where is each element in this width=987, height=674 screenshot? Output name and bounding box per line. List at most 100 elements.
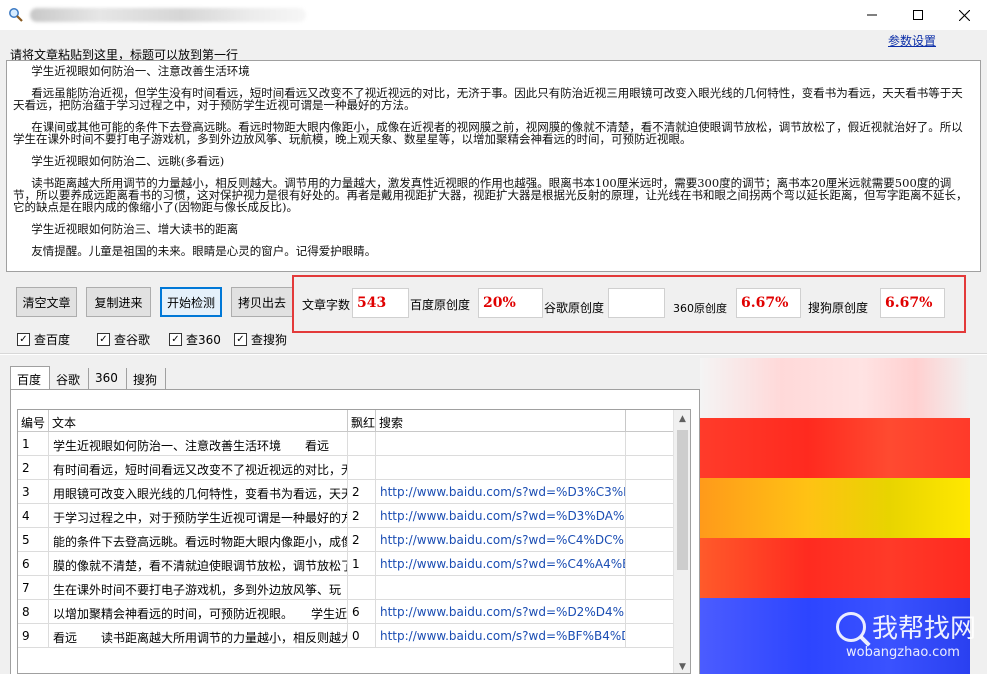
- cell-empty: [626, 456, 674, 480]
- checkbox-checked-icon: ✓: [169, 333, 182, 346]
- cell-number: 7: [18, 576, 49, 600]
- cell-empty: [626, 552, 674, 576]
- magnifier-icon: [836, 611, 866, 642]
- article-paragraph: 学生近视眼如何防治二、远眺(多看远): [13, 154, 225, 168]
- check-sogou[interactable]: ✓ 查搜狗: [234, 331, 287, 348]
- tab-sogou[interactable]: 搜狗: [127, 368, 166, 390]
- cell-red-count: [348, 576, 376, 600]
- scroll-down-icon[interactable]: ▼: [674, 658, 690, 673]
- check-google[interactable]: ✓ 查谷歌: [97, 331, 150, 348]
- cell-red-count: 2: [348, 504, 376, 528]
- grid-rows: 1 学生近视眼如何防治一、注意改善生活环境 看远 2 有时间看远，短时间看远又改变不…: [18, 432, 674, 648]
- cell-text: 膜的像就不清楚，看不清就迫使眼调节放松，调节放松了: [49, 552, 348, 576]
- article-paragraph: 学生近视眼如何防治三、增大读书的距离: [13, 222, 239, 236]
- s360-originality-field[interactable]: 6.67%: [736, 288, 801, 318]
- cell-number: 6: [18, 552, 49, 576]
- cell-search-url[interactable]: http://www.baidu.com/s?wd=%BF%B4%D: [376, 624, 626, 648]
- article-paragraph: 看远虽能防治近视，但学生没有时间看远，短时间看远又改变不了视近视远的对比，无济于…: [13, 86, 963, 112]
- watermark-en: wobangzhao.com: [846, 645, 960, 660]
- maximize-icon: [913, 10, 923, 20]
- sogou-originality-field[interactable]: 6.67%: [880, 288, 945, 318]
- scroll-up-icon[interactable]: ▲: [674, 410, 690, 427]
- minimize-button[interactable]: [849, 0, 895, 30]
- cell-search-url[interactable]: http://www.baidu.com/s?wd=%C4%A4%B: [376, 552, 626, 576]
- check-baidu[interactable]: ✓ 查百度: [17, 331, 70, 348]
- table-row[interactable]: 5 能的条件下去登高远眺。看远时物距大眼内像距小，成像 2 http://www.ba…: [18, 528, 674, 552]
- cell-number: 8: [18, 600, 49, 624]
- table-row[interactable]: 8 以增加聚精会神看远的时间，可预防近视眼。 学生近 6 http://www.bai…: [18, 600, 674, 624]
- header-search[interactable]: 搜索: [376, 410, 626, 432]
- params-settings-link[interactable]: 参数设置: [888, 32, 936, 49]
- cell-empty: [626, 504, 674, 528]
- cell-text: 学生近视眼如何防治一、注意改善生活环境 看远: [49, 432, 348, 456]
- cell-text: 用眼镜可改变入眼光线的几何特性，变看书为看远，天天: [49, 480, 348, 504]
- cell-number: 9: [18, 624, 49, 648]
- word-count-field[interactable]: 543: [352, 288, 409, 318]
- cell-search-url[interactable]: [376, 456, 626, 480]
- cell-text: 于学习过程之中，对于预防学生近视可谓是一种最好的方: [49, 504, 348, 528]
- cell-red-count: 1: [348, 552, 376, 576]
- copy-out-button[interactable]: 拷贝出去: [231, 287, 293, 317]
- close-button[interactable]: [941, 0, 987, 30]
- grid-vertical-scrollbar[interactable]: ▲ ▼: [673, 410, 690, 673]
- scroll-thumb[interactable]: [677, 430, 688, 570]
- cell-text: 生在课外时间不要打电子游戏机，多到外边放风筝、玩: [49, 576, 348, 600]
- cell-number: 1: [18, 432, 49, 456]
- check-sogou-label: 查搜狗: [251, 333, 288, 347]
- table-row[interactable]: 6 膜的像就不清楚，看不清就迫使眼调节放松，调节放松了 1 http://www.ba…: [18, 552, 674, 576]
- title-bar: [0, 0, 987, 30]
- cell-red-count: 2: [348, 528, 376, 552]
- window-title-blurred: [30, 8, 306, 22]
- tab-baidu[interactable]: 百度: [10, 366, 51, 390]
- cell-search-url[interactable]: http://www.baidu.com/s?wd=%D2%D4%D: [376, 600, 626, 624]
- engine-tabs: 百度 谷歌 360 搜狗: [10, 366, 166, 390]
- table-row[interactable]: 9 看远 读书距离越大所用调节的力量越小，相反则越大 0 http://www.bai…: [18, 624, 674, 648]
- cell-empty: [626, 480, 674, 504]
- clear-article-button[interactable]: 清空文章: [16, 287, 77, 317]
- table-row[interactable]: 1 学生近视眼如何防治一、注意改善生活环境 看远: [18, 432, 674, 456]
- cell-empty: [626, 600, 674, 624]
- check-baidu-label: 查百度: [34, 333, 71, 347]
- baidu-originality-field[interactable]: 20%: [478, 288, 543, 318]
- cell-search-url[interactable]: [376, 432, 626, 456]
- maximize-button[interactable]: [895, 0, 941, 30]
- checkbox-checked-icon: ✓: [234, 333, 247, 346]
- table-row[interactable]: 4 于学习过程之中，对于预防学生近视可谓是一种最好的方 2 http://www.ba…: [18, 504, 674, 528]
- cell-number: 5: [18, 528, 49, 552]
- cell-red-count: [348, 432, 376, 456]
- article-textarea[interactable]: 学生近视眼如何防治一、注意改善生活环境 看远虽能防治近视，但学生没有时间看远，短…: [6, 60, 981, 272]
- results-grid[interactable]: 编号 文本 飘红 搜索 1 学生近视眼如何防治一、注意改善生活环境 看远 2 有时间…: [17, 409, 691, 674]
- tab-360[interactable]: 360: [89, 368, 127, 390]
- cell-search-url[interactable]: http://www.baidu.com/s?wd=%D3%C3%D: [376, 480, 626, 504]
- header-number[interactable]: 编号: [18, 410, 49, 432]
- checkbox-checked-icon: ✓: [97, 333, 110, 346]
- minimize-icon: [867, 14, 877, 16]
- table-row[interactable]: 7 生在课外时间不要打电子游戏机，多到外边放风筝、玩: [18, 576, 674, 600]
- article-paragraph: 读书距离越大所用调节的力量越小，相反则越大。调节用的力量越大，激发真性近视眼的作…: [13, 176, 968, 214]
- check-360-label: 查360: [186, 333, 221, 347]
- tab-google[interactable]: 谷歌: [50, 368, 90, 390]
- google-originality-label: 谷歌原创度: [544, 301, 605, 315]
- header-text[interactable]: 文本: [49, 410, 348, 432]
- header-red[interactable]: 飘红: [348, 410, 376, 432]
- article-paragraph: 学生近视眼如何防治一、注意改善生活环境: [13, 64, 250, 78]
- cell-search-url[interactable]: http://www.baidu.com/s?wd=%C4%DC%B: [376, 528, 626, 552]
- cell-red-count: 6: [348, 600, 376, 624]
- start-check-button[interactable]: 开始检测: [160, 287, 222, 317]
- magnifier-icon: [9, 8, 23, 22]
- cell-number: 2: [18, 456, 49, 480]
- watermark-cn: 我帮找网: [872, 614, 977, 644]
- baidu-originality-label: 百度原创度: [410, 298, 471, 312]
- cell-search-url[interactable]: [376, 576, 626, 600]
- check-360[interactable]: ✓ 查360: [169, 331, 221, 348]
- table-row[interactable]: 3 用眼镜可改变入眼光线的几何特性，变看书为看远，天天 2 http://www.ba…: [18, 480, 674, 504]
- splitter[interactable]: [0, 353, 987, 355]
- article-paragraph: 友情提醒。儿童是祖国的未来。眼睛是心灵的窗户。记得爱护眼睛。: [13, 244, 377, 258]
- table-row[interactable]: 2 有时间看远，短时间看远又改变不了视近视远的对比，无: [18, 456, 674, 480]
- cell-search-url[interactable]: http://www.baidu.com/s?wd=%D3%DA%D: [376, 504, 626, 528]
- copy-in-button[interactable]: 复制进来: [86, 287, 151, 317]
- google-originality-field[interactable]: [608, 288, 665, 318]
- cell-red-count: 0: [348, 624, 376, 648]
- cell-empty: [626, 576, 674, 600]
- cell-number: 4: [18, 504, 49, 528]
